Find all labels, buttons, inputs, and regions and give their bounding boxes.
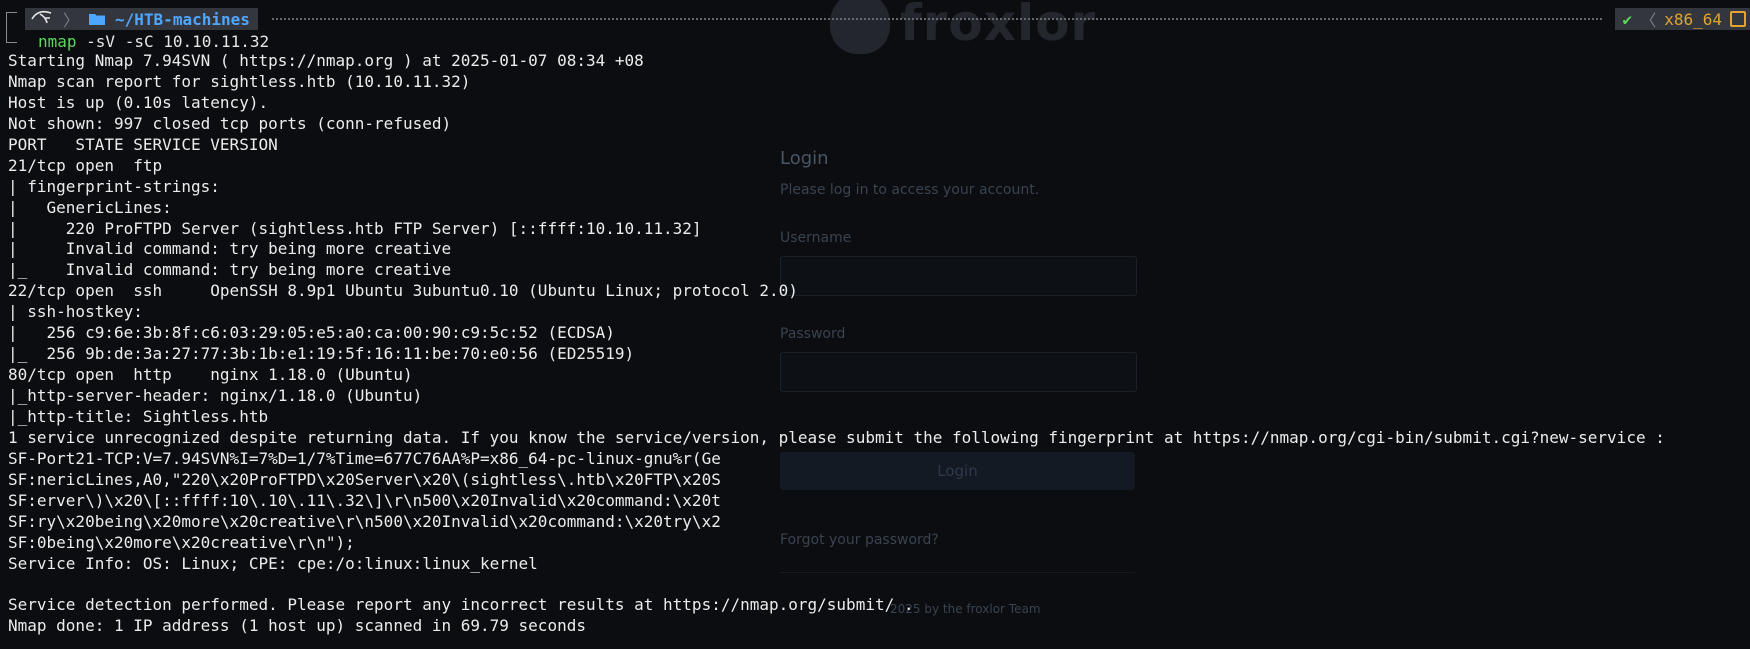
output-line: Service Info: OS: Linux; CPE: cpe:/o:lin… xyxy=(8,553,538,573)
output-line: Host is up (0.10s latency). xyxy=(8,92,269,112)
output-line: PORT STATE SERVICE VERSION xyxy=(8,134,278,154)
output-line: |_http-server-header: nginx/1.18.0 (Ubun… xyxy=(8,386,423,405)
status-check-icon: ✔ xyxy=(1622,9,1633,29)
output-line: SF:ry\x20being\x20more\x20creative\r\n50… xyxy=(8,511,721,531)
output-line: 22/tcp open ssh OpenSSH 8.9p1 Ubuntu 3ub… xyxy=(8,281,798,301)
prompt-right-segment: ✔ 〈 x86_64 xyxy=(1614,8,1750,30)
command-line[interactable]: nmap -sV -sC 10.10.11.32 xyxy=(38,32,269,52)
output-line: SF:erver\)\x20\[::ffff:10\.10\.11\.32\]\… xyxy=(8,490,721,510)
output-line: Nmap done: 1 IP address (1 host up) scan… xyxy=(8,616,586,636)
prompt-left-segment: 〉 ~/HTB-machines xyxy=(25,8,258,30)
terminal-output: Starting Nmap 7.94SVN ( https://nmap.org… xyxy=(8,51,1665,637)
cpu-chip-icon xyxy=(1730,11,1746,27)
output-line: 21/tcp open ftp xyxy=(8,155,163,175)
output-line: 80/tcp open http nginx 1.18.0 (Ubuntu) xyxy=(8,365,413,385)
output-line: | GenericLines: xyxy=(8,197,172,217)
prompt-corner-bottom xyxy=(6,34,17,43)
folder-icon xyxy=(89,10,106,29)
chevron-left-icon: 〈 xyxy=(1640,11,1657,30)
prompt-bar: 〉 ~/HTB-machines ✔ 〈 x86_64 xyxy=(0,8,1750,30)
output-line: | Invalid command: try being more creati… xyxy=(8,239,452,259)
output-line: |_ Invalid command: try being more creat… xyxy=(8,260,452,280)
kali-dragon-icon xyxy=(31,9,53,29)
output-line: 1 service unrecognized despite returning… xyxy=(8,427,1665,447)
output-line: |_http-title: Sightless.htb xyxy=(8,406,269,426)
output-line: | fingerprint-strings: xyxy=(8,176,220,196)
output-line: SF:0being\x20more\x20creative\r\n"); xyxy=(8,532,355,552)
current-directory: ~/HTB-machines xyxy=(115,9,250,29)
output-line: SF:nericLines,A0,"220\x20ProFTPD\x20Serv… xyxy=(8,469,721,489)
command-name: nmap xyxy=(38,32,77,51)
output-line: Nmap scan report for sightless.htb (10.1… xyxy=(8,71,471,91)
output-line: | 220 ProFTPD Server (sightless.htb FTP … xyxy=(8,218,702,238)
chevron-right-icon: 〉 xyxy=(63,11,80,30)
output-line: Service detection performed. Please repo… xyxy=(8,595,914,615)
architecture-label: x86_64 xyxy=(1664,9,1722,29)
output-line: Not shown: 997 closed tcp ports (conn-re… xyxy=(8,113,452,133)
command-args: -sV -sC 10.10.11.32 xyxy=(76,32,270,51)
output-line: SF-Port21-TCP:V=7.94SVN%I=7%D=1/7%Time=6… xyxy=(8,448,721,468)
output-line: |_ 256 9b:de:3a:27:77:3b:1b:e1:19:5f:16:… xyxy=(8,344,635,364)
output-line: Starting Nmap 7.94SVN ( https://nmap.org… xyxy=(8,51,644,70)
prompt-filler-dots xyxy=(272,18,1602,20)
output-line: | ssh-hostkey: xyxy=(8,302,143,322)
output-line: | 256 c9:6e:3b:8f:c6:03:29:05:e5:a0:ca:0… xyxy=(8,323,615,343)
